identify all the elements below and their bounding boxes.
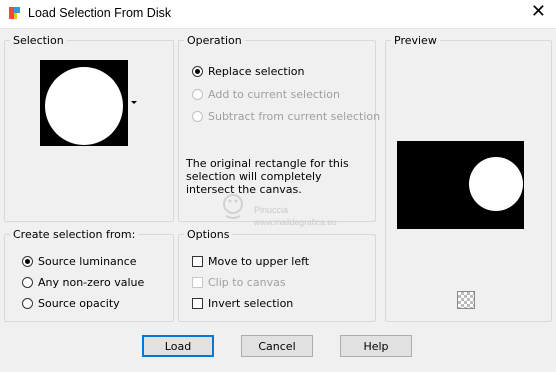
bottom-edge bbox=[0, 366, 556, 372]
title-bar: Load Selection From Disk ✕ bbox=[0, 0, 556, 29]
checkbox-box bbox=[192, 298, 203, 309]
app-icon bbox=[9, 7, 20, 19]
checkbox-label: Move to upper left bbox=[208, 255, 310, 268]
operation-legend: Operation bbox=[187, 34, 242, 47]
options-legend: Options bbox=[187, 228, 230, 241]
preview-image bbox=[397, 141, 524, 229]
watermark-url: www.maildegrafica.eu bbox=[254, 217, 337, 227]
radio-label: Add to current selection bbox=[208, 88, 340, 101]
radio-label: Replace selection bbox=[208, 65, 305, 78]
preview-circle bbox=[469, 157, 523, 211]
radio-label: Source luminance bbox=[38, 255, 137, 268]
radio-dot bbox=[22, 256, 33, 267]
selection-thumbnail[interactable] bbox=[40, 60, 128, 146]
help-button[interactable]: Help bbox=[340, 335, 412, 357]
radio-source-opacity[interactable]: Source opacity bbox=[22, 297, 120, 310]
watermark-name: Pinuccia bbox=[254, 205, 289, 215]
radio-label: Any non-zero value bbox=[38, 276, 145, 289]
radio-subtract-from-selection[interactable]: Subtract from current selection bbox=[192, 110, 380, 123]
radio-dot bbox=[22, 298, 33, 309]
radio-any-non-zero[interactable]: Any non-zero value bbox=[22, 276, 144, 289]
thumbnail-circle bbox=[45, 67, 123, 145]
close-icon[interactable]: ✕ bbox=[531, 3, 546, 21]
radio-dot bbox=[22, 277, 33, 288]
radio-label: Subtract from current selection bbox=[208, 110, 381, 123]
checkbox-label: Invert selection bbox=[208, 297, 294, 310]
load-button[interactable]: Load bbox=[142, 335, 214, 357]
transparency-checker-icon[interactable] bbox=[457, 291, 475, 309]
checkbox-box bbox=[192, 277, 203, 288]
radio-replace-selection[interactable]: Replace selection bbox=[192, 65, 304, 78]
checkbox-move-to-upper-left[interactable]: Move to upper left bbox=[192, 255, 309, 268]
selection-legend: Selection bbox=[13, 34, 64, 47]
watermark-logo-icon bbox=[223, 194, 243, 219]
radio-dot bbox=[192, 89, 203, 100]
checkbox-box bbox=[192, 256, 203, 267]
checkbox-clip-to-canvas[interactable]: Clip to canvas bbox=[192, 276, 286, 289]
radio-add-to-selection[interactable]: Add to current selection bbox=[192, 88, 340, 101]
preview-legend: Preview bbox=[394, 34, 437, 47]
radio-label: Source opacity bbox=[38, 297, 120, 310]
window-title: Load Selection From Disk bbox=[28, 6, 172, 20]
operation-info-text: The original rectangle for this selectio… bbox=[186, 157, 349, 196]
radio-dot bbox=[192, 66, 203, 77]
checkbox-label: Clip to canvas bbox=[208, 276, 286, 289]
create-from-legend: Create selection from: bbox=[13, 228, 136, 241]
dropdown-arrow-icon[interactable] bbox=[131, 101, 137, 104]
radio-source-luminance[interactable]: Source luminance bbox=[22, 255, 137, 268]
checkbox-invert-selection[interactable]: Invert selection bbox=[192, 297, 293, 310]
radio-dot bbox=[192, 111, 203, 122]
cancel-button[interactable]: Cancel bbox=[241, 335, 313, 357]
